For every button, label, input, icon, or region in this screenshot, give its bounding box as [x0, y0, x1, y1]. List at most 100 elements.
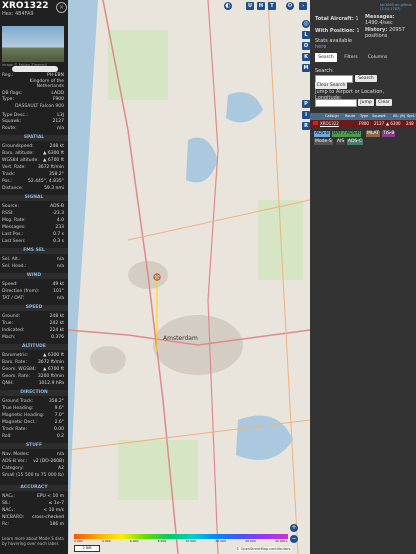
table-header: Callsign Route Type Squawk Alt. (ft) Spd…: [310, 113, 416, 120]
section-direction: DIRECTION: [0, 390, 68, 396]
map-btn-O[interactable]: O: [302, 42, 310, 50]
adsb-ver-value: v2 (DO-260B): [33, 459, 64, 464]
track-value: 358.2°: [48, 172, 64, 177]
collapse-sidebar-icon[interactable]: ›: [299, 2, 307, 10]
wind-dir-label: Direction (from):: [2, 289, 40, 294]
db-flags-row: DB flags: LADD: [2, 91, 64, 96]
section-wind: WIND: [0, 273, 68, 279]
alt-tick: 30 000: [245, 539, 256, 543]
baro-alt-label: Baro. altitude:: [2, 151, 34, 156]
total-value: 1: [355, 16, 359, 22]
map-btn-I[interactable]: I: [302, 111, 310, 119]
geom-wgs-value: ▲ 6700 ft: [42, 367, 64, 372]
category-label: Category:: [2, 466, 24, 471]
roll-value: 0.2: [56, 434, 64, 439]
btn-h[interactable]: H: [257, 2, 265, 10]
country-value: Kingdom of the Netherlands: [29, 79, 65, 89]
true-heading-label: True Heading:: [2, 406, 34, 411]
geom-rate-value: 3200 ft/min: [37, 374, 64, 379]
geom-rate-row: Geom. Rate: 3200 ft/min: [2, 374, 64, 379]
legend-modes[interactable]: Mode-S: [314, 139, 333, 145]
map-btn-L[interactable]: L: [302, 31, 310, 39]
ground-track-label: Ground Track:: [2, 399, 34, 404]
col-route[interactable]: Route: [345, 114, 355, 118]
alt-tick: 6 000: [129, 539, 139, 543]
tab-columns[interactable]: Columns: [365, 53, 390, 62]
total-label: Total Aircraft:: [315, 16, 354, 22]
legend-uat[interactable]: UAT / ADS-R: [332, 131, 362, 137]
map-btn-R[interactable]: R: [302, 122, 310, 130]
distance-value: 59.3 nmi: [44, 186, 64, 191]
wind-speed-row: Speed: 49 kt: [2, 282, 64, 287]
col-callsign[interactable]: Callsign: [325, 114, 339, 118]
rc-label: Rc:: [2, 522, 10, 527]
tab-search[interactable]: Search: [315, 53, 337, 62]
aircraft-photo[interactable]: [2, 26, 64, 72]
map-tiles[interactable]: Amsterdam: [68, 0, 310, 554]
col-type[interactable]: Type: [360, 114, 368, 118]
github-link[interactable]: tar1090 on github (3.14.1787): [380, 3, 416, 11]
category-row: Category: A2: [2, 466, 64, 471]
zoom-out-button[interactable]: −: [290, 535, 298, 543]
map-btn-P[interactable]: P: [302, 100, 310, 108]
legend-mlat[interactable]: MLAT: [366, 131, 380, 137]
nicbaro-label: NICBARO:: [2, 515, 25, 520]
legend-tisb[interactable]: TIS-B: [382, 131, 396, 137]
last-seen-row: Last Seen: 0.3 s: [2, 239, 64, 244]
track-rate-value: 0.00: [53, 427, 64, 432]
mag-decl-label: Magnetic Decl.:: [2, 420, 37, 425]
flag-icon: [313, 121, 318, 125]
col-alt[interactable]: Alt. (ft): [393, 114, 405, 118]
close-icon[interactable]: ×: [56, 2, 67, 13]
row-callsign[interactable]: XRO1322: [320, 121, 339, 126]
wind-dir-value: 101°: [53, 289, 64, 294]
true-speed-row: True: 242 kt: [2, 321, 64, 326]
legend-adsb[interactable]: ADS-B: [314, 131, 330, 137]
map-btn-M[interactable]: M: [302, 64, 310, 72]
route-value: n/a: [56, 126, 64, 131]
alt-tick: 20 000: [215, 539, 226, 543]
clear-button[interactable]: Clear: [376, 99, 392, 106]
type-desc-value[interactable]: L3J: [57, 113, 64, 118]
section-altitude: ALTITUDE: [0, 344, 68, 350]
sil-value: ≤ 1e-7: [48, 501, 64, 506]
nacp-row: NACₚ: EPU < 10 m: [2, 494, 64, 499]
track-rate-label: Track Rate:: [2, 427, 28, 432]
rssi-row: RSSI: -23.3: [2, 211, 64, 216]
jump-input[interactable]: [315, 99, 357, 107]
mach-value: 0.376: [51, 335, 64, 340]
legend-adsc[interactable]: ADS-C: [347, 139, 364, 145]
mach-row: Mach: 0.376: [2, 335, 64, 340]
tab-filters[interactable]: Filters: [340, 53, 362, 62]
type-desc-row: Type Desc.: L3J: [2, 113, 64, 118]
btn-u[interactable]: U: [246, 2, 254, 10]
section-speed: SPEED: [0, 305, 68, 311]
col-squawk[interactable]: Squawk: [372, 114, 386, 118]
settings-gear-icon[interactable]: ⚙: [286, 2, 294, 10]
legend-ais[interactable]: AIS: [336, 139, 346, 145]
true-value: 242 kt: [49, 321, 64, 326]
map-btn-K[interactable]: K: [302, 53, 310, 61]
clear-search-button[interactable]: Clear Search: [315, 82, 347, 89]
jump-button[interactable]: Jump: [358, 99, 374, 106]
nav-modes-row: Nav. Modes: n/a: [2, 452, 64, 457]
ground-track-row: Ground Track: 358.2°: [2, 399, 64, 404]
zoom-in-button[interactable]: +: [290, 524, 298, 532]
search-button[interactable]: Search: [355, 75, 377, 82]
total-aircraft: Total Aircraft: 1: [315, 16, 359, 22]
reg-value[interactable]: PH-EBN: [47, 73, 64, 78]
map-attribution[interactable]: © OpenStreetMap contributors.: [236, 547, 292, 551]
recenter-icon[interactable]: ◎: [302, 20, 310, 28]
pos-value: 52.445°, 4.835°: [28, 179, 64, 184]
section-accuracy: ACCURACY: [0, 485, 68, 491]
messages-row: Messages: 233: [2, 225, 64, 230]
map-view[interactable]: Amsterdam ◐ U H T ⚙ › ◎ L O K M P I R + …: [68, 0, 310, 554]
stats-link[interactable]: here: [315, 44, 326, 50]
table-row[interactable]: XRO1322 F900 2127 ▲ 6300 248: [310, 120, 416, 127]
with-position: With Position: 1: [315, 28, 360, 34]
sel-alt-value: n/a: [56, 257, 64, 262]
settings-icon[interactable]: ◐: [224, 2, 232, 10]
btn-t[interactable]: T: [268, 2, 276, 10]
col-spd[interactable]: Spd.: [407, 114, 415, 118]
section-stuff: STUFF: [0, 443, 68, 449]
